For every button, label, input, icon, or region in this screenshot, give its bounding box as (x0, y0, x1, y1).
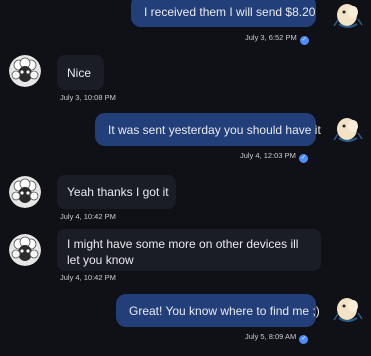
message-timestamp: July 4, 12:03 PM ✓ (240, 151, 308, 163)
message-bubble-incoming[interactable]: I might have some more on other devices … (57, 229, 321, 271)
message-text: Nice (67, 66, 92, 80)
cartoon-sticker-avatar-icon (331, 0, 365, 34)
check-circle-icon: ✓ (299, 335, 309, 344)
message-timestamp: July 3, 6:52 PM ✓ (245, 33, 309, 45)
message-bubble-outgoing[interactable]: Great! You know where to find me ;) (116, 294, 320, 327)
message-timestamp: July 5, 8:09 AM ✓ (245, 332, 309, 344)
cartoon-sticker-avatar-icon (331, 292, 365, 328)
sheep-avatar-icon[interactable] (9, 234, 41, 266)
chat-thread: I received them I will send $8.20 July 3… (0, 0, 371, 356)
sheep-avatar-icon[interactable] (9, 55, 41, 87)
message-text: I might have some more on other devices … (67, 237, 299, 267)
message-bubble-incoming[interactable]: Nice (57, 55, 104, 90)
message-timestamp: July 3, 10:08 PM (60, 93, 116, 102)
check-circle-icon: ✓ (299, 36, 309, 45)
message-text: It was sent yesterday you should have it (108, 123, 321, 137)
message-bubble-incoming[interactable]: Yeah thanks I got it (57, 175, 176, 209)
message-bubble-outgoing[interactable]: I received them I will send $8.20 (131, 0, 316, 27)
check-circle-icon: ✓ (298, 154, 308, 163)
message-timestamp: July 4, 10:42 PM (60, 273, 116, 282)
message-timestamp: July 4, 10:42 PM (60, 212, 116, 221)
sheep-avatar-icon[interactable] (9, 176, 41, 208)
message-text: Great! You know where to find me ;) (129, 304, 320, 318)
message-bubble-outgoing[interactable]: It was sent yesterday you should have it (95, 113, 321, 146)
message-text: Yeah thanks I got it (67, 185, 169, 199)
message-text: I received them I will send $8.20 (144, 5, 316, 19)
cartoon-sticker-avatar-icon (331, 112, 365, 148)
